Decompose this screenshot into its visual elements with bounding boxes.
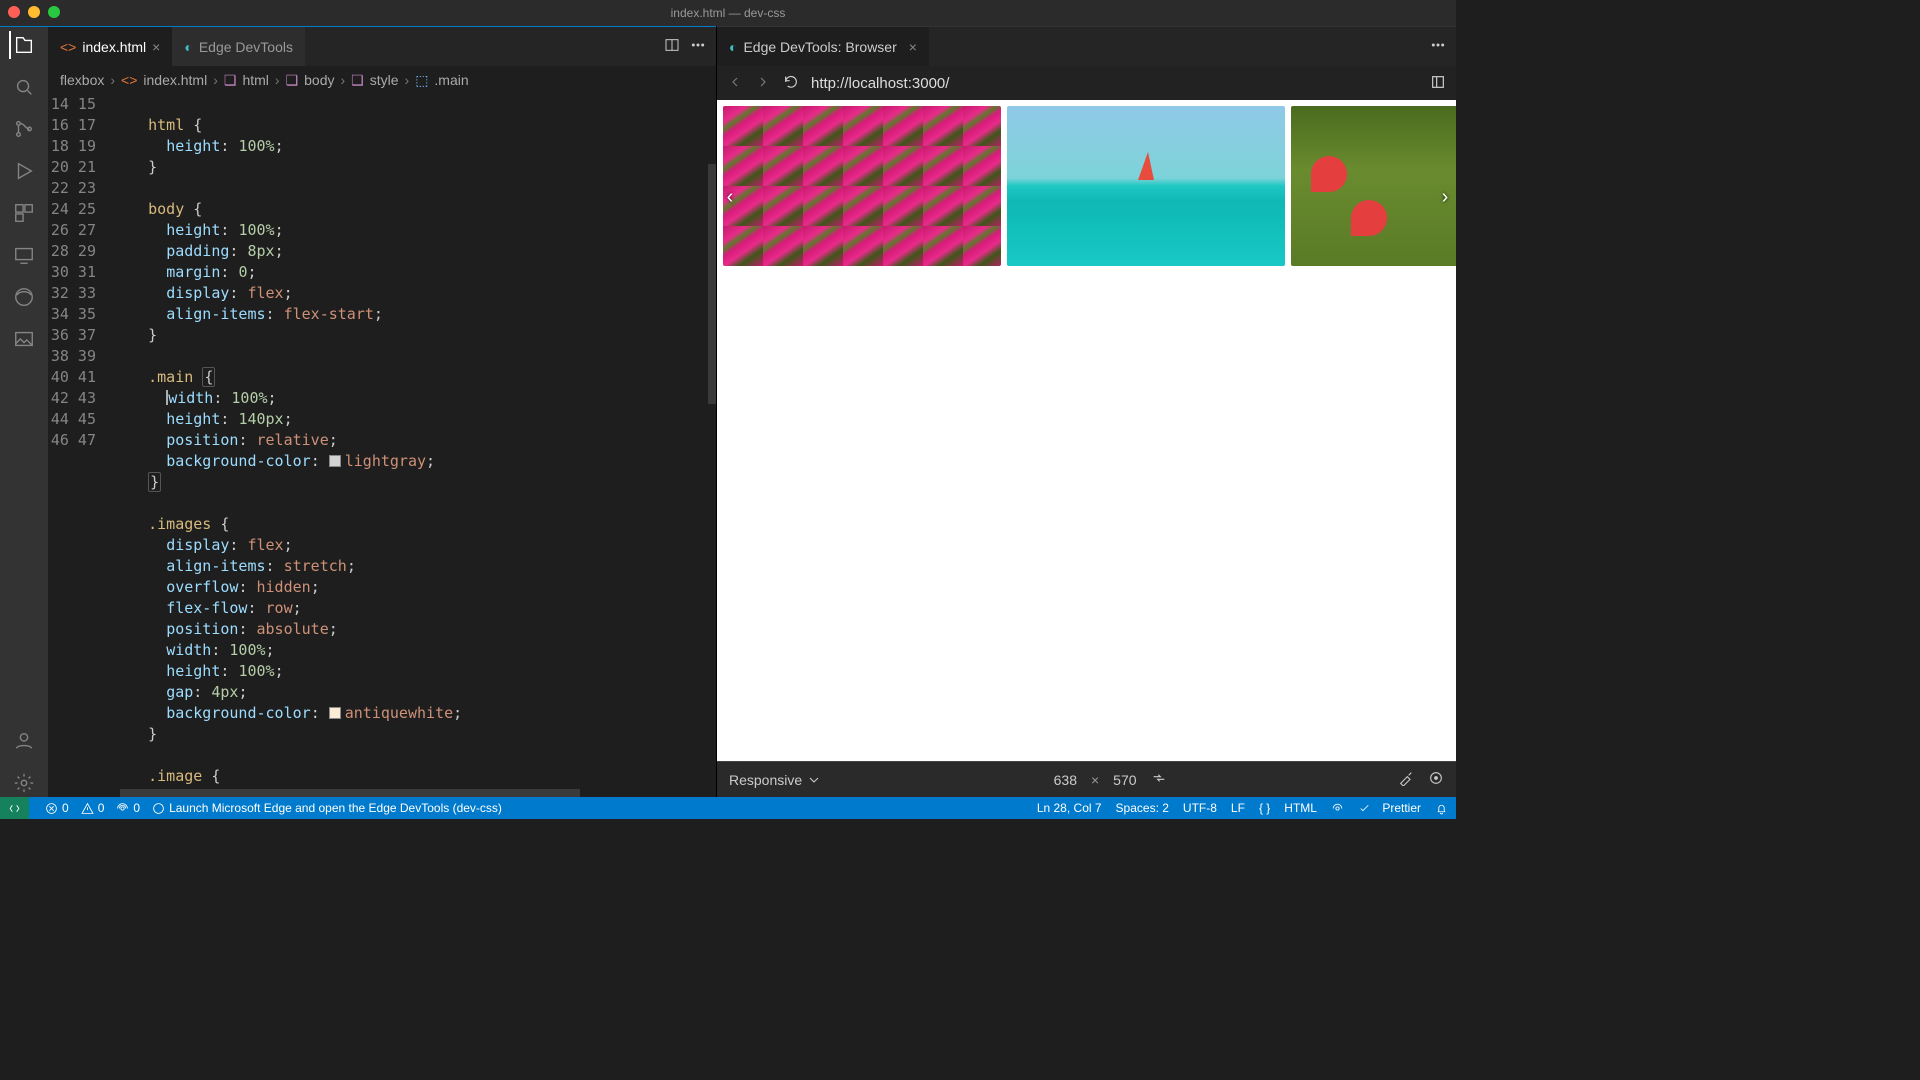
tab-label: index.html xyxy=(82,39,146,55)
devtools-tabs: ◐ Edge DevTools: Browser × xyxy=(717,26,1456,66)
carousel-image xyxy=(1007,106,1285,266)
tab-index-html[interactable]: <> index.html × xyxy=(48,27,172,66)
vertical-scrollbar[interactable] xyxy=(708,164,716,404)
live-server-icon[interactable] xyxy=(1331,802,1344,815)
carousel-next-icon[interactable]: › xyxy=(1434,186,1456,208)
chevron-right-icon: › xyxy=(275,72,280,88)
line-numbers: 14 15 16 17 18 19 20 21 22 23 24 25 26 2… xyxy=(48,94,112,797)
more-actions-icon[interactable] xyxy=(1430,37,1446,56)
problems-errors[interactable]: 0 xyxy=(45,801,69,815)
extensions-icon[interactable] xyxy=(10,199,38,227)
main-shell: <> index.html × ◐ Edge DevTools flexbox … xyxy=(0,26,1456,797)
color-picker-icon[interactable] xyxy=(1398,770,1414,789)
more-actions-icon[interactable] xyxy=(690,37,706,56)
minimize-window-button[interactable] xyxy=(28,6,40,18)
breadcrumb-item[interactable]: body xyxy=(304,72,334,88)
popout-icon[interactable] xyxy=(1430,74,1446,93)
url-field[interactable]: http://localhost:3000/ xyxy=(811,75,1418,92)
tab-devtools-browser[interactable]: ◐ Edge DevTools: Browser × xyxy=(717,27,929,66)
scm-icon[interactable] xyxy=(10,115,38,143)
editor-tabs: <> index.html × ◐ Edge DevTools xyxy=(48,26,716,66)
launch-edge-hint[interactable]: Launch Microsoft Edge and open the Edge … xyxy=(152,801,502,815)
run-debug-icon[interactable] xyxy=(10,157,38,185)
breadcrumb-item[interactable]: html xyxy=(242,72,268,88)
activity-bar xyxy=(0,26,48,797)
symbol-icon: ❑ xyxy=(351,72,364,89)
explorer-icon[interactable] xyxy=(9,31,37,59)
breadcrumb-item[interactable]: flexbox xyxy=(60,72,104,88)
ports-item[interactable]: 0 xyxy=(116,801,140,815)
eol[interactable]: LF xyxy=(1231,801,1245,815)
settings-icon[interactable] xyxy=(10,769,38,797)
carousel-image xyxy=(723,106,1001,266)
device-mode-label: Responsive xyxy=(729,772,802,788)
edge-icon: ◐ xyxy=(184,39,192,55)
cursor-position[interactable]: Ln 28, Col 7 xyxy=(1037,801,1102,815)
nav-back-icon[interactable] xyxy=(727,74,743,93)
devtools-pane: ◐ Edge DevTools: Browser × http://localh… xyxy=(716,26,1456,797)
viewport-height[interactable]: 570 xyxy=(1113,772,1136,788)
breadcrumbs[interactable]: flexbox › <> index.html › ❑ html › ❑ bod… xyxy=(48,66,716,94)
code-editor[interactable]: 14 15 16 17 18 19 20 21 22 23 24 25 26 2… xyxy=(48,94,716,797)
status-bar: 0 0 0 Launch Microsoft Edge and open the… xyxy=(0,797,1456,819)
browser-toolbar: http://localhost:3000/ xyxy=(717,66,1456,100)
code-content[interactable]: html { height: 100%; } body { height: 10… xyxy=(112,94,716,797)
symbol-icon: ❑ xyxy=(286,72,299,89)
encoding[interactable]: UTF-8 xyxy=(1183,801,1217,815)
breadcrumb-item[interactable]: style xyxy=(370,72,399,88)
carousel-prev-icon[interactable]: ‹ xyxy=(719,186,741,208)
search-icon[interactable] xyxy=(10,73,38,101)
html-file-icon: <> xyxy=(121,72,137,88)
dimension-separator: × xyxy=(1091,772,1099,788)
window-controls xyxy=(8,6,60,18)
css-class-icon: ⬚ xyxy=(415,72,428,89)
window-title: index.html — dev-css xyxy=(671,6,786,20)
carousel-image xyxy=(1291,106,1456,266)
viewport-width[interactable]: 638 xyxy=(1054,772,1077,788)
reload-icon[interactable] xyxy=(783,74,799,93)
language-mode[interactable]: HTML xyxy=(1284,801,1317,815)
close-tab-icon[interactable]: × xyxy=(152,39,160,55)
breadcrumb-item[interactable]: .main xyxy=(434,72,468,88)
edge-icon: ◐ xyxy=(729,39,737,55)
language-mode-icon[interactable]: { } xyxy=(1259,801,1270,815)
device-mode-select[interactable]: Responsive xyxy=(729,772,822,788)
chevron-right-icon: › xyxy=(110,72,115,88)
tab-edge-devtools[interactable]: ◐ Edge DevTools xyxy=(172,27,305,66)
editor-tab-actions xyxy=(654,27,716,66)
symbol-icon: ❑ xyxy=(224,72,237,89)
editor-pane: <> index.html × ◐ Edge DevTools flexbox … xyxy=(48,26,716,797)
target-icon[interactable] xyxy=(1428,770,1444,789)
image-viewer-icon[interactable] xyxy=(10,325,38,353)
close-tab-icon[interactable]: × xyxy=(909,39,917,55)
chevron-right-icon: › xyxy=(213,72,218,88)
chevron-right-icon: › xyxy=(340,72,345,88)
edge-devtools-icon[interactable] xyxy=(10,283,38,311)
nav-forward-icon[interactable] xyxy=(755,74,771,93)
close-window-button[interactable] xyxy=(8,6,20,18)
remote-icon[interactable] xyxy=(10,241,38,269)
indent-setting[interactable]: Spaces: 2 xyxy=(1116,801,1169,815)
chevron-right-icon: › xyxy=(405,72,410,88)
fullscreen-window-button[interactable] xyxy=(48,6,60,18)
horizontal-scrollbar[interactable] xyxy=(112,789,716,797)
macos-title-bar: index.html — dev-css xyxy=(0,0,1456,26)
remote-indicator[interactable] xyxy=(0,797,29,819)
accounts-icon[interactable] xyxy=(10,727,38,755)
device-toolbar: Responsive 638 × 570 xyxy=(717,761,1456,797)
problems-warnings[interactable]: 0 xyxy=(81,801,105,815)
breadcrumb-item[interactable]: index.html xyxy=(143,72,207,88)
tab-label: Edge DevTools xyxy=(199,39,293,55)
page-preview[interactable]: ‹ › xyxy=(717,100,1456,761)
split-editor-icon[interactable] xyxy=(664,37,680,56)
notifications-icon[interactable] xyxy=(1435,802,1448,815)
rotate-icon[interactable] xyxy=(1151,770,1167,789)
html-file-icon: <> xyxy=(60,39,76,55)
prettier-status[interactable]: Prettier xyxy=(1358,801,1421,815)
tab-label: Edge DevTools: Browser xyxy=(743,39,896,55)
